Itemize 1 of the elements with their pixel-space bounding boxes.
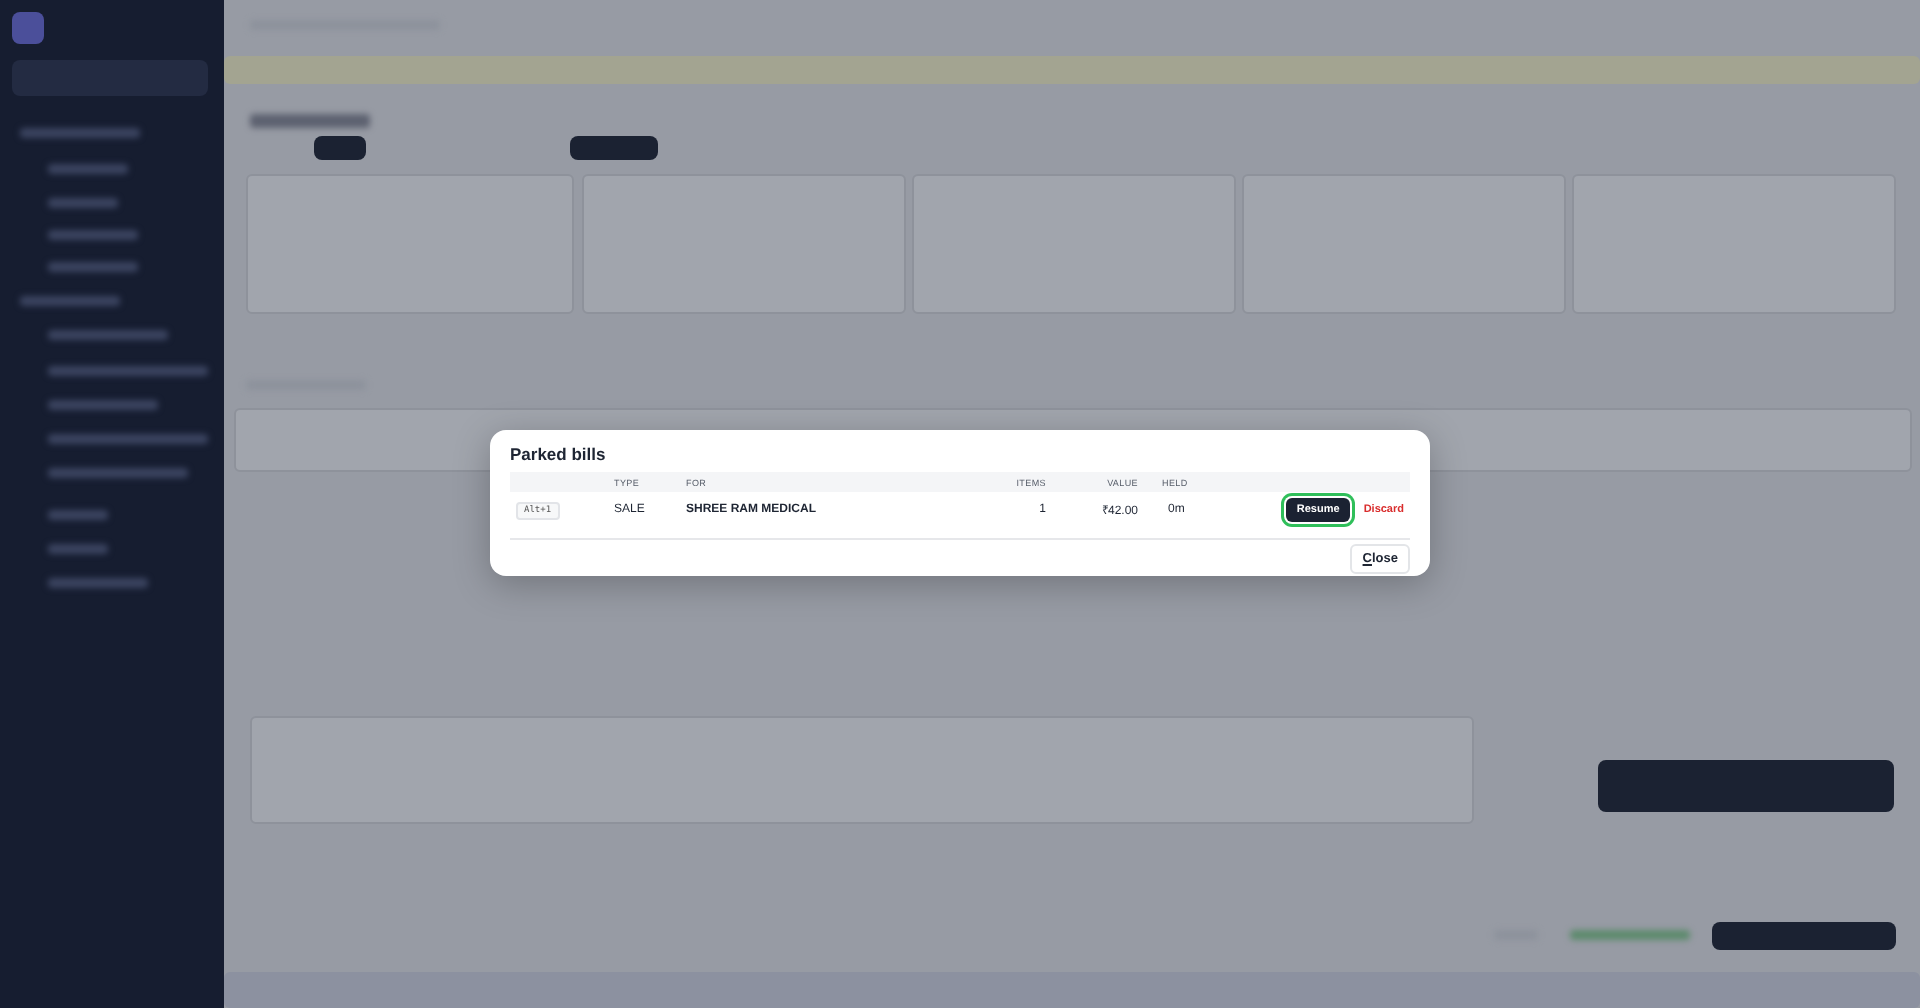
dialog-title: Parked bills xyxy=(510,444,606,466)
